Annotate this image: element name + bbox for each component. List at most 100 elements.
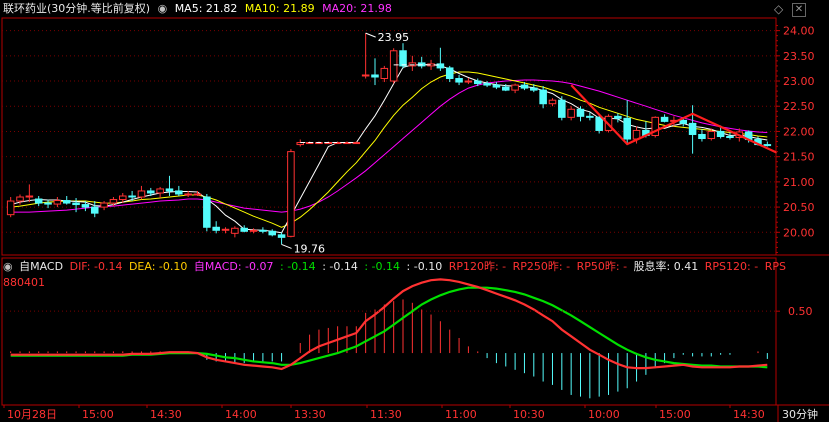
time-axis-labels: 10月28日 15:00 14:30 14:00 13:30 11:30 11:00 10:3…: [3, 405, 818, 422]
diamond-icon[interactable]: ◇: [774, 1, 783, 17]
rp120-label: RP120昨: -: [448, 260, 507, 273]
candle-body-down: [277, 234, 286, 238]
v3-label: : -0.14: [364, 260, 401, 273]
candle-body-up: [53, 200, 62, 205]
macd-name: 自MACD: [19, 260, 64, 273]
candle-body-up: [380, 67, 389, 80]
close-icon[interactable]: ✕: [792, 3, 806, 17]
dif-path: [10, 278, 768, 371]
price-tick-label: 21.50: [783, 151, 815, 164]
candlestick-series: [6, 33, 772, 245]
macd-legend: ◉ 自MACD DIF: -0.14 DEA: -0.10 自MACD: -0.…: [0, 258, 829, 276]
candle-body-down: [595, 116, 603, 131]
time-tick-label: 11:00: [445, 408, 477, 421]
dividend-label: 股息率: 0.41: [633, 260, 699, 273]
candle-body-down: [268, 230, 277, 236]
chart-frame: [1, 17, 829, 406]
candle-body-down: [90, 206, 99, 214]
ma5-path: [10, 63, 768, 234]
candle-body-up: [567, 108, 575, 118]
candle-body-up: [16, 196, 24, 202]
price-tick-label: 22.50: [783, 100, 815, 113]
candle-body-down: [72, 202, 80, 206]
candle-body-down: [623, 117, 631, 140]
chart-settings-icon[interactable]: ◉: [158, 2, 168, 15]
candle-body-down: [259, 229, 267, 232]
rp250-label: RP250昨: -: [512, 260, 571, 273]
candle-body-down: [81, 204, 90, 208]
candle-body-down: [240, 227, 248, 232]
dea-label: DEA: -0.10: [128, 260, 188, 273]
price-tick-label: 23.00: [783, 75, 815, 88]
price-tick-label: 21.00: [783, 176, 815, 189]
price-grid: [2, 30, 776, 233]
candle-body-down: [212, 226, 220, 231]
candle-body-up: [137, 190, 146, 198]
period-label: 30分钟: [782, 407, 818, 421]
candle-body-down: [726, 136, 734, 139]
macd-axis-labels: 0.50: [2, 305, 813, 318]
candle-body-up: [287, 151, 295, 237]
ma5-label: MA5: 21.82: [174, 2, 238, 15]
v2-label: : -0.14: [322, 260, 358, 273]
candle-body-down: [175, 190, 183, 195]
candle-body-down: [165, 188, 174, 192]
candle-body-down: [688, 122, 697, 135]
rps-tail-label: RPS: [764, 260, 786, 273]
candle-body-down: [716, 130, 725, 137]
candle-body-up: [548, 99, 557, 105]
price-tick-label: 20.50: [783, 201, 815, 214]
candle-body-up: [184, 193, 192, 196]
time-tick-label: 10月28日: [7, 408, 57, 421]
candle-body-up: [100, 202, 108, 208]
rps120-label: RPS120: -: [704, 260, 759, 273]
macd-settings-icon[interactable]: ◉: [0, 260, 13, 273]
candle-body-down: [483, 83, 491, 86]
macd-tick-label: 0.50: [788, 305, 813, 318]
time-tick-label: 14:00: [225, 408, 257, 421]
candle-body-down: [473, 80, 482, 85]
rp50-label: RP50昨: -: [576, 260, 628, 273]
candle-body-down: [530, 87, 538, 91]
candle-body-down: [520, 84, 529, 89]
ma20-line: [10, 79, 768, 213]
price-tick-label: 20.00: [783, 226, 815, 239]
price-axis-labels: 24.00 23.50 23.00 22.50 22.00 21.50 21.00 20.50…: [776, 25, 815, 253]
candle-body-down: [34, 198, 43, 204]
price-tick-label: 23.50: [783, 50, 815, 63]
ma10-line: [10, 71, 768, 228]
candle-body-down: [614, 115, 622, 119]
price-legend: 联环药业(30分钟.等比前复权) ◉ MA5: 21.82 MA10: 21.8…: [0, 0, 829, 18]
candle-body-down: [128, 195, 136, 198]
low-pointer: [281, 243, 292, 249]
candle-body-down: [147, 190, 155, 194]
macd-lines: [10, 278, 768, 371]
ma5-line: [10, 63, 768, 234]
candle-body-down: [539, 89, 547, 105]
chart-canvas: 23.95 19.76 24.00 23.50 23.00 22.50 22.00 21.5…: [1, 17, 829, 422]
macd-value-label: 自MACD: -0.07: [193, 260, 274, 273]
candle-body-up: [511, 84, 519, 91]
candle-body-down: [679, 119, 688, 124]
time-tick-label: 11:30: [370, 408, 402, 421]
candle-body-down: [417, 62, 426, 67]
high-price-label: 23.95: [378, 31, 410, 44]
time-tick-label: 10:00: [588, 408, 620, 421]
high-pointer: [365, 32, 376, 38]
candle-body-up: [464, 80, 473, 83]
candle-body-down: [763, 144, 772, 147]
macd-histogram: [10, 299, 768, 399]
candle-body-down: [203, 196, 211, 228]
ma10-path: [10, 71, 768, 228]
candle-body-down: [399, 50, 407, 67]
time-tick-label: 14:30: [733, 408, 765, 421]
v4-label: : -0.10: [406, 260, 443, 273]
stock-title: 联环药业(30分钟.等比前复权): [3, 2, 151, 15]
candle-body-up: [156, 188, 164, 194]
candle-body-up: [109, 199, 118, 204]
time-tick-label: 13:30: [294, 408, 326, 421]
candle-body-down: [44, 202, 52, 205]
candle-body-up: [6, 200, 15, 216]
candle-body-up: [193, 193, 202, 196]
candle-body-down: [558, 99, 566, 118]
